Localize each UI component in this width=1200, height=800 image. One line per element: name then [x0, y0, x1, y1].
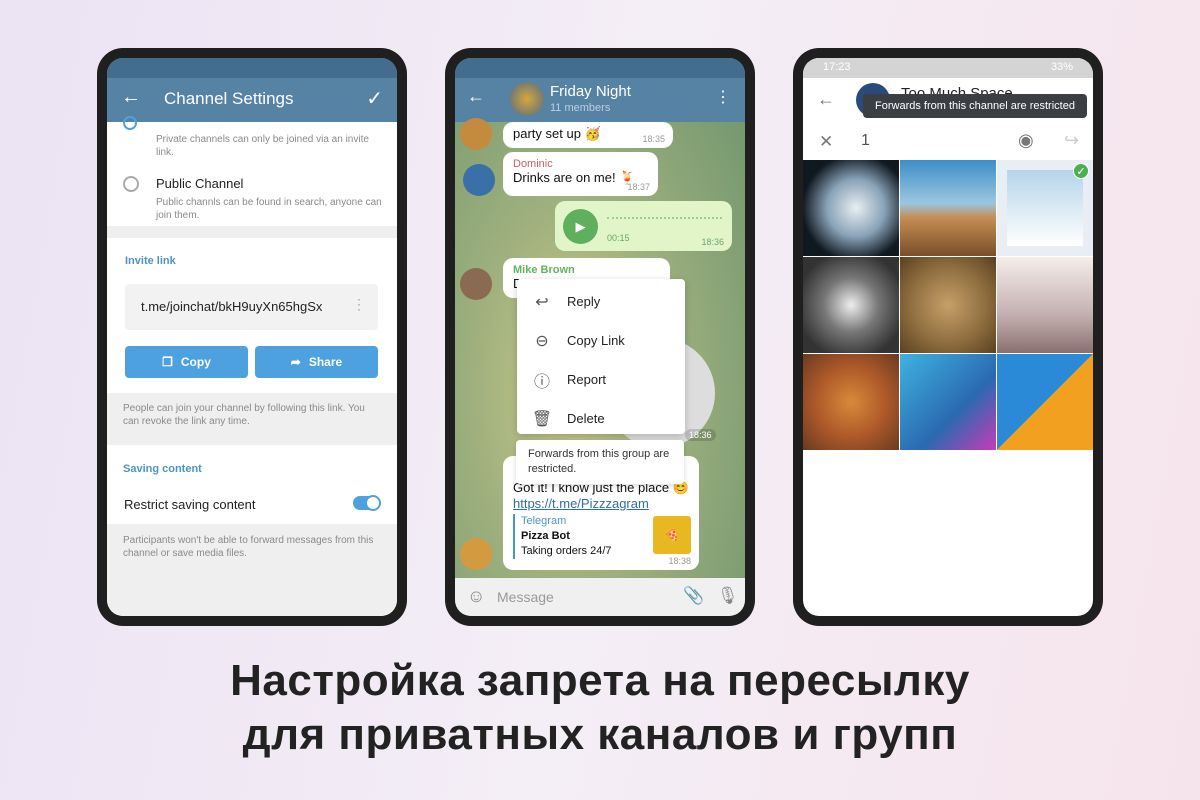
reply-icon: ↩ [535, 293, 549, 311]
avatar[interactable] [463, 164, 495, 196]
back-arrow-icon[interactable]: ← [817, 89, 835, 110]
menu-report[interactable]: ⓘ Report [517, 360, 685, 399]
invite-note: People can join your channel by followin… [123, 403, 365, 427]
radio-public[interactable] [123, 176, 139, 192]
message-input[interactable]: Message [497, 589, 667, 605]
phone-channel-media: 17:23 33% ← Too Much Space Forwards from… [793, 48, 1103, 626]
play-icon[interactable]: ▶ [563, 209, 598, 244]
waveform [607, 217, 722, 223]
back-arrow-icon[interactable]: ← [121, 86, 141, 109]
invite-header: Invite link [125, 255, 176, 267]
avatar[interactable] [460, 268, 492, 300]
page-title: Channel Settings [164, 89, 294, 108]
menu-reply[interactable]: ↩ Reply [517, 282, 685, 321]
restrict-label: Restrict saving content [124, 497, 256, 512]
avatar[interactable] [460, 538, 492, 570]
screen: 17:23 33% ← Too Much Space Forwards from… [803, 58, 1093, 616]
restrict-toggle[interactable] [353, 495, 381, 511]
microphone-icon[interactable]: 🎙 [717, 586, 739, 606]
avatar[interactable] [460, 118, 492, 150]
public-desc: Public channls can be found in search, a… [156, 197, 382, 221]
saving-header: Saving content [123, 463, 202, 475]
trash-icon: 🗑 [531, 410, 553, 428]
share-button[interactable]: ➦ Share [255, 346, 378, 378]
chat-subtitle: 11 members [550, 102, 611, 114]
media-item[interactable] [997, 257, 1093, 353]
message-input-bar: ☺ Message 📎 🎙 [455, 578, 745, 616]
invite-link-field[interactable]: t.me/joinchat/bkH9uyXn65hgSx ⋮ [125, 284, 378, 330]
check-icon: ✓ [1073, 163, 1089, 179]
public-label: Public Channel [156, 176, 244, 191]
eye-icon[interactable]: ◉ [1018, 130, 1034, 151]
restrict-note: Participants won't be able to forward me… [123, 535, 374, 559]
message-link[interactable]: https://t.me/Pizzzagram [513, 496, 689, 511]
voice-message[interactable]: ▶ 00:15 18:36 [555, 201, 732, 251]
battery: 33% [1050, 61, 1073, 73]
restricted-tooltip: Forwards from this group are restricted. [516, 440, 684, 484]
phone-channel-settings: ← Channel Settings ✓ Private channels ca… [97, 48, 407, 626]
media-item-selected[interactable]: ✓ [997, 160, 1093, 256]
screen: ← Friday Night 11 members ⋮ party set up… [455, 58, 745, 616]
media-item[interactable] [803, 257, 899, 353]
headline-line-2: для приватных каналов и групп [242, 710, 958, 759]
media-item[interactable] [803, 160, 899, 256]
menu-copy-link[interactable]: ⊖ Copy Link [517, 321, 685, 360]
link-icon: ⊖ [535, 332, 549, 350]
chat-title: Friday Night [550, 83, 631, 100]
checkmark-icon[interactable]: ✓ [366, 86, 383, 111]
copy-button[interactable]: ❐ Copy [125, 346, 248, 378]
media-item[interactable] [997, 354, 1093, 450]
pizza-thumbnail: 🍕 [653, 516, 691, 554]
message-bubble[interactable]: party set up 🥳 18:35 [503, 122, 673, 148]
context-menu: ↩ Reply ⊖ Copy Link ⓘ Report 🗑 Delete [517, 279, 685, 434]
headline-line-1: Настройка запрета на пересылку [230, 656, 970, 705]
private-desc: Private channels can only be joined via … [156, 134, 369, 158]
attach-icon[interactable]: 📎 [683, 586, 704, 606]
report-icon: ⓘ [533, 373, 550, 391]
media-item[interactable] [900, 257, 996, 353]
group-avatar[interactable] [510, 82, 544, 116]
menu-delete[interactable]: 🗑 Delete [517, 399, 685, 438]
status-bar: 17:23 33% [803, 58, 1093, 78]
forward-icon-disabled: ↪ [1064, 130, 1080, 150]
media-item[interactable] [803, 354, 899, 450]
screen: ← Channel Settings ✓ Private channels ca… [107, 58, 397, 616]
chat-header: ← Friday Night 11 members ⋮ [455, 58, 745, 122]
share-arrow-icon: ➦ [290, 355, 301, 369]
sticker-icon[interactable]: ☺ [467, 586, 485, 607]
app-header: ← Channel Settings ✓ [107, 58, 397, 122]
invite-link: t.me/joinchat/bkH9uyXn65hgSx [141, 299, 323, 314]
message-bubble[interactable]: Dominic Drinks are on me! 🍹 18:37 [503, 152, 658, 196]
selected-count: 1 [861, 132, 870, 149]
phone-group-chat: ← Friday Night 11 members ⋮ party set up… [445, 48, 755, 626]
close-icon[interactable]: ✕ [819, 132, 833, 152]
radio-private[interactable] [123, 116, 137, 130]
copy-icon: ❐ [162, 355, 173, 369]
more-icon[interactable]: ⋮ [352, 296, 366, 313]
media-item[interactable] [900, 354, 996, 450]
more-icon[interactable]: ⋮ [715, 87, 731, 107]
media-item[interactable] [900, 160, 996, 256]
restricted-tooltip: Forwards from this channel are restricte… [863, 94, 1087, 118]
back-arrow-icon[interactable]: ← [467, 86, 485, 107]
